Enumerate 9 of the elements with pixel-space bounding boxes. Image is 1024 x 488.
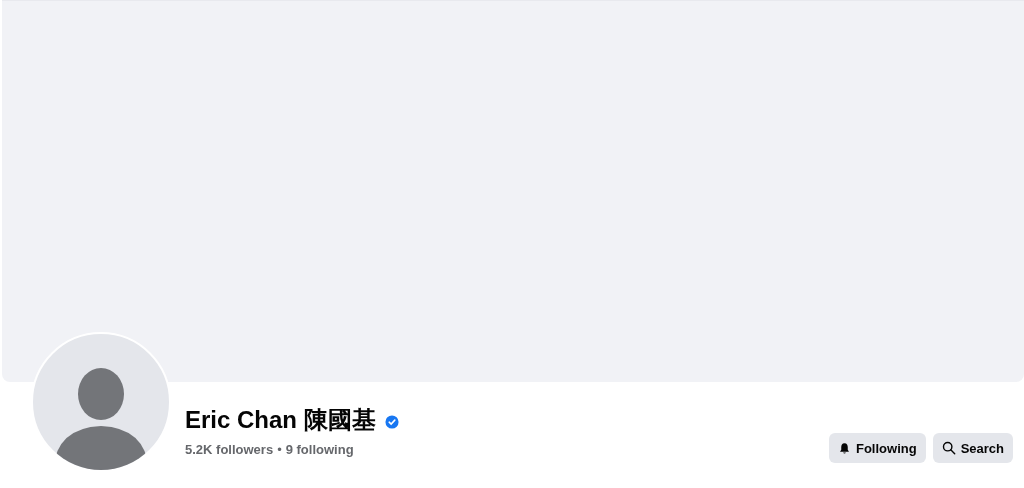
separator: • (277, 442, 282, 457)
following-link[interactable]: 9 following (285, 442, 354, 457)
following-button[interactable]: Following (828, 433, 926, 463)
search-icon (941, 441, 956, 455)
bell-icon (837, 441, 851, 455)
avatar-icon (31, 332, 171, 472)
search-button[interactable]: Search (932, 433, 1013, 463)
profile-name: Eric Chan 陳國基 (185, 405, 376, 435)
followers-link[interactable]: 5.2K followers (185, 442, 274, 457)
